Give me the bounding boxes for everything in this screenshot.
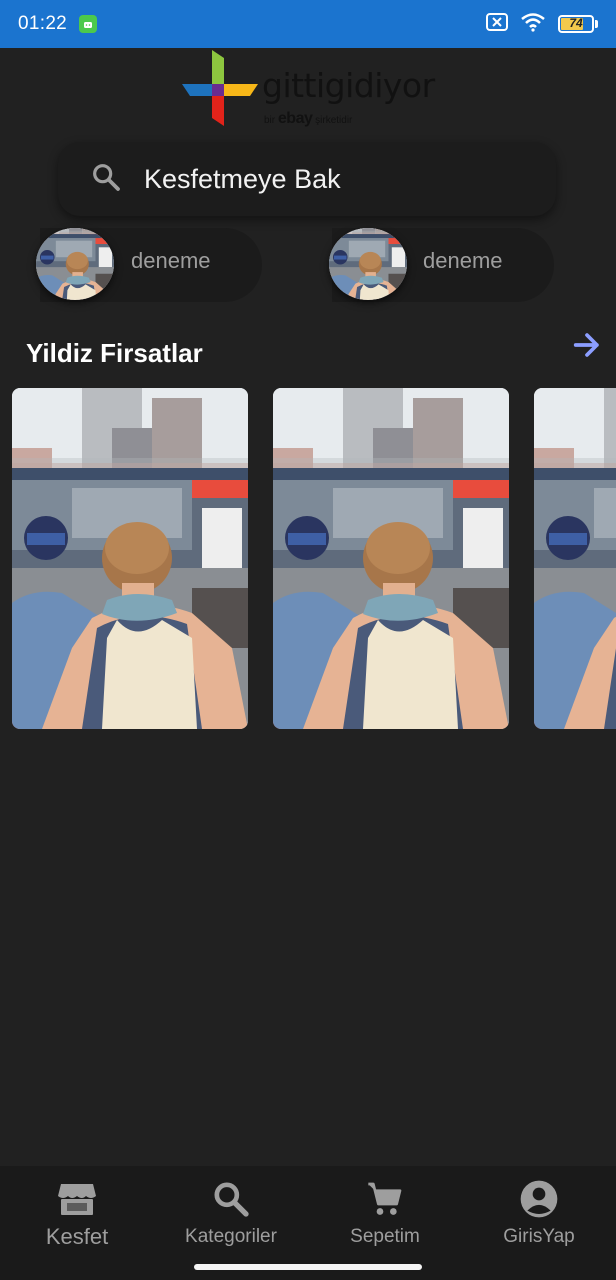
android-app-icon: [79, 15, 98, 33]
battery-icon: 74: [558, 15, 598, 33]
nav-item-girisyap[interactable]: GirisYap: [462, 1178, 616, 1248]
nav-label-sepetim: Sepetim: [350, 1226, 420, 1247]
pinwheel-logo-icon: [182, 50, 258, 126]
wifi-icon: [520, 12, 546, 37]
nav-item-sepetim[interactable]: Sepetim: [308, 1178, 462, 1248]
product-image-3: [534, 388, 616, 729]
sim-x-icon: [486, 12, 508, 36]
search-text: Kesfetmeye Bak: [144, 163, 341, 194]
product-card-2[interactable]: [273, 388, 509, 729]
nav-label-kategoriler: Kategoriler: [185, 1226, 277, 1247]
section-title: Yildiz Firsatlar: [26, 338, 203, 368]
status-time: 01:22: [18, 13, 68, 34]
chip-label-2: deneme: [423, 248, 503, 273]
search-icon: [90, 161, 122, 198]
arrow-right-icon[interactable]: [570, 328, 604, 362]
product-card-1[interactable]: [12, 388, 248, 729]
battery-level: 74: [569, 16, 583, 30]
search-bar[interactable]: Kesfetmeye Bak: [58, 142, 556, 216]
gittigidiyor-logo: gittigidiyor bir ebay şirketidir: [180, 48, 440, 128]
product-card-3[interactable]: [534, 388, 616, 729]
bottom-navigation: Kesfet Kategoriler Sepetim GirisYap: [0, 1166, 616, 1280]
status-bar: 01:22 74: [0, 0, 616, 48]
logo-subtitle: bir ebay şirketidir: [264, 110, 353, 127]
nav-item-kesfet[interactable]: Kesfet: [0, 1178, 154, 1250]
nav-label-girisyap: GirisYap: [503, 1226, 575, 1247]
product-image-1: [12, 388, 248, 729]
cart-icon: [364, 1178, 406, 1220]
chip-avatar-2: [329, 228, 407, 300]
product-image-2: [273, 388, 509, 729]
account-circle-icon: [518, 1178, 560, 1220]
home-indicator[interactable]: [194, 1264, 422, 1270]
store-icon: [56, 1178, 98, 1220]
nav-item-kategoriler[interactable]: Kategoriler: [154, 1178, 308, 1248]
chip-label-1: deneme: [131, 248, 211, 273]
nav-label-kesfet: Kesfet: [45, 1224, 109, 1249]
logo-wordmark: gittigidiyor: [262, 66, 435, 105]
search-icon: [210, 1178, 252, 1220]
chip-avatar-1: [36, 228, 114, 300]
